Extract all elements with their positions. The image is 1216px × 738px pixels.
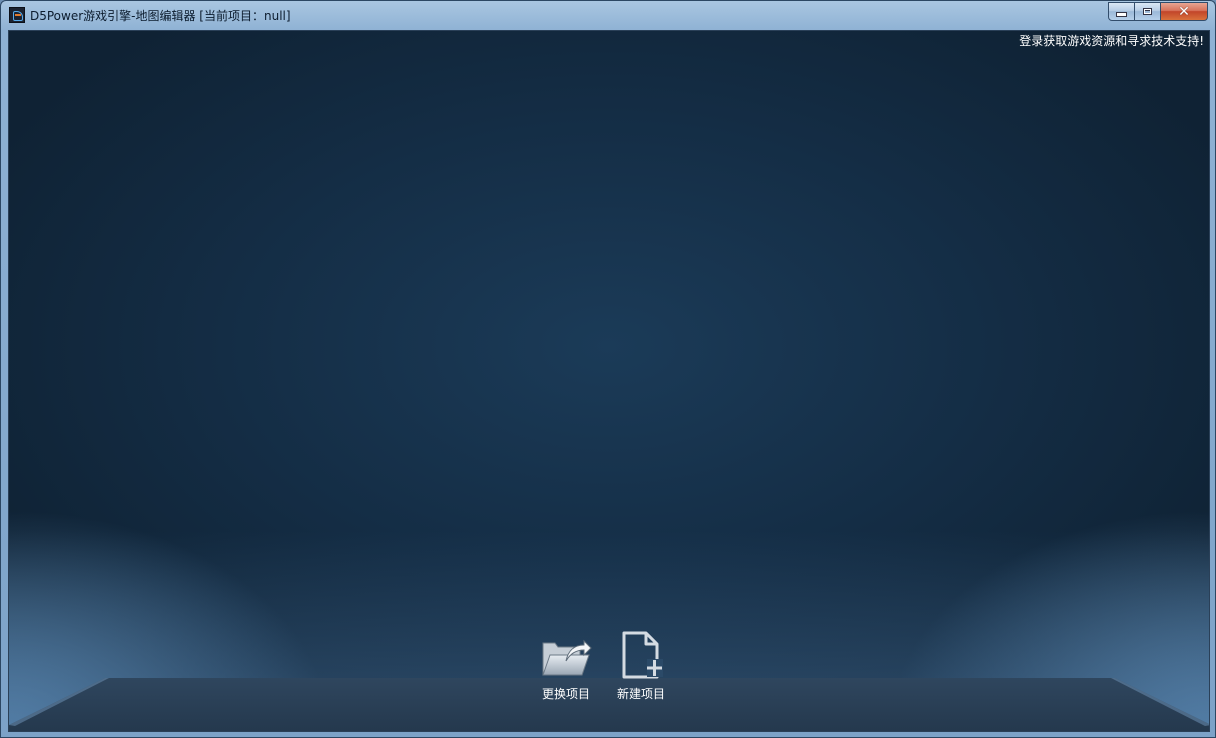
app-window: D5Power游戏引擎-地图编辑器 [当前项目：null] ✕ 登录获取游戏资源… [0,0,1216,738]
folder-open-icon [542,639,592,676]
close-icon: ✕ [1178,3,1190,20]
login-support-link[interactable]: 登录获取游戏资源和寻求技术支持! [1019,32,1204,49]
minimize-icon [1116,12,1127,17]
change-project-button[interactable]: 更换项目 [526,631,606,702]
title-bar[interactable]: D5Power游戏引擎-地图编辑器 [当前项目：null] ✕ [1,1,1215,30]
new-project-label: 新建项目 [616,687,665,701]
maximize-icon [1143,8,1152,15]
close-button[interactable]: ✕ [1161,2,1208,21]
change-project-label: 更换项目 [541,687,590,701]
new-file-icon [622,631,663,679]
app-logo-icon[interactable] [9,7,25,23]
maximize-button[interactable] [1135,2,1161,21]
main-stage: 登录获取游戏资源和寻求技术支持! 更换项目 新建项目 [8,30,1210,732]
minimize-button[interactable] [1108,2,1135,21]
window-title: D5Power游戏引擎-地图编辑器 [当前项目：null] [30,9,291,23]
new-project-button[interactable]: 新建项目 [601,631,681,702]
